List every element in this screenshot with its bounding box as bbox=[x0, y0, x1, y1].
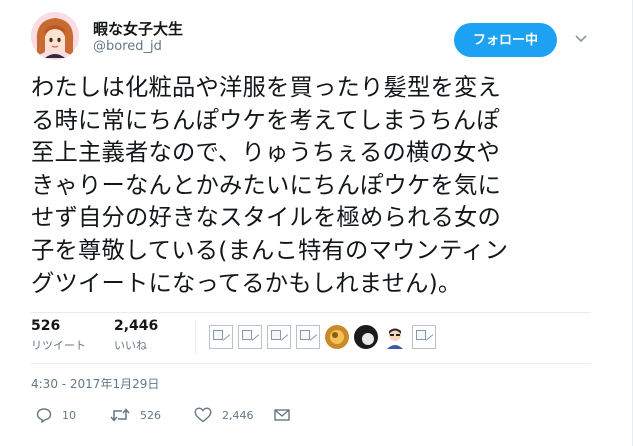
tweet-actions: 10 526 2,446 bbox=[31, 404, 591, 426]
tweet-line: る時に常にちんぽウケを考えてしまうちんぽ bbox=[31, 106, 500, 134]
retweet-count: 526 bbox=[31, 318, 61, 334]
envelope-icon bbox=[274, 409, 290, 421]
tweet-line: 至上主義者なので、りゅうちぇるの横の女や bbox=[31, 139, 501, 167]
like-action-count: 2,446 bbox=[222, 408, 254, 422]
liker-avatar-icon[interactable] bbox=[238, 325, 262, 349]
tweet-card: 暇な女子大生 @bored_jd フォロー中 わたしは化粧品や洋服を買ったり髪型… bbox=[0, 0, 633, 446]
tweet-timestamp[interactable]: 4:30 - 2017年1月29日 bbox=[31, 375, 159, 392]
heart-icon bbox=[194, 407, 212, 423]
liker-avatar-icon[interactable] bbox=[354, 325, 378, 349]
retweet-label: リツイート bbox=[31, 339, 86, 352]
user-avatar[interactable] bbox=[31, 12, 79, 60]
tweet-body: わたしは化粧品や洋服を買ったり髪型を変え る時に常にちんぽウケを考えてしまうちん… bbox=[31, 72, 591, 300]
retweet-stat[interactable]: 526 リツイート bbox=[31, 318, 86, 353]
like-count: 2,446 bbox=[114, 318, 159, 334]
divider bbox=[31, 363, 591, 364]
divider bbox=[31, 312, 591, 313]
liker-avatar-icon[interactable] bbox=[267, 325, 291, 349]
retweet-icon bbox=[110, 408, 130, 422]
stats-separator bbox=[195, 320, 196, 354]
reply-button[interactable]: 10 bbox=[36, 404, 76, 426]
like-label: いいね bbox=[114, 339, 147, 352]
liker-avatar-icon[interactable] bbox=[296, 325, 320, 349]
user-display-name[interactable]: 暇な女子大生 bbox=[93, 18, 183, 39]
chevron-down-icon[interactable] bbox=[575, 32, 587, 44]
user-handle[interactable]: @bored_jd bbox=[93, 39, 162, 54]
liker-avatar-icon[interactable] bbox=[325, 325, 349, 349]
following-button[interactable]: フォロー中 bbox=[454, 23, 557, 57]
liker-avatar-icon[interactable] bbox=[209, 325, 233, 349]
tweet-line: わたしは化粧品や洋服を買ったり髪型を変え bbox=[31, 74, 501, 101]
liker-avatar-icon[interactable] bbox=[412, 325, 436, 349]
reply-count: 10 bbox=[62, 408, 76, 422]
avatar-illustration-icon bbox=[31, 12, 79, 60]
liker-avatar-icon[interactable] bbox=[383, 325, 407, 349]
like-button[interactable]: 2,446 bbox=[194, 404, 254, 426]
like-stat[interactable]: 2,446 いいね bbox=[114, 318, 158, 353]
reply-icon bbox=[36, 408, 52, 423]
tweet-line: 子を尊敬している(まんこ特有のマウンティン bbox=[31, 236, 509, 264]
retweet-action-count: 526 bbox=[140, 408, 161, 422]
tweet-line: きゃりーなんとかみたいにちんぽウケを気に bbox=[31, 171, 501, 199]
tweet-line: グツイートになってるかもしれません)。 bbox=[31, 269, 462, 297]
tweet-line: せず自分の好きなスタイルを極められる女の bbox=[31, 204, 501, 232]
retweet-button[interactable]: 526 bbox=[110, 404, 161, 426]
tweet-header: 暇な女子大生 @bored_jd フォロー中 bbox=[31, 10, 611, 60]
direct-message-button[interactable] bbox=[274, 404, 290, 426]
engagement-stats: 526 リツイート 2,446 いいね bbox=[31, 318, 591, 358]
